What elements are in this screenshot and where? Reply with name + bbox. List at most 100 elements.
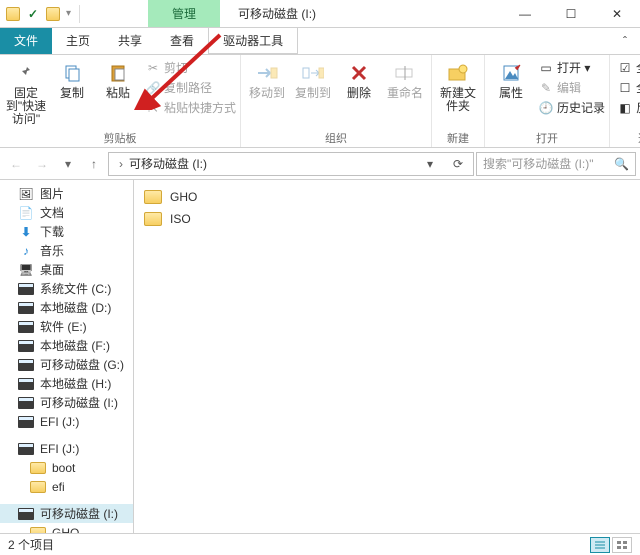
breadcrumb-current[interactable]: 可移动磁盘 (I:)	[129, 155, 207, 172]
link-icon: 🔗	[146, 81, 160, 95]
view-details-button[interactable]	[590, 537, 610, 553]
tab-home[interactable]: 主页	[52, 28, 104, 54]
rename-button[interactable]: 重命名	[383, 59, 427, 100]
search-box[interactable]: 搜索"可移动磁盘 (I:)" 🔍	[476, 152, 636, 176]
folder-app-icon	[6, 7, 20, 21]
move-to-button[interactable]: 移动到	[245, 59, 289, 100]
pin-icon	[14, 61, 38, 85]
list-item[interactable]: GHO	[144, 186, 630, 208]
nav-up-button[interactable]: ↑	[82, 152, 106, 176]
nav-history-dropdown[interactable]: ▾	[56, 152, 80, 176]
tab-file[interactable]: 文件	[0, 28, 52, 54]
ribbon-group-select: ☑全部选择 ☐全部取消 ◧反向选择 选择	[609, 55, 640, 147]
navigation-bar: ← → ▾ ↑ › 可移动磁盘 (I:) ▾ ⟳ 搜索"可移动磁盘 (I:)" …	[0, 148, 640, 180]
file-list[interactable]: GHO ISO	[134, 180, 640, 533]
tree-item[interactable]: 🖥桌面	[0, 260, 133, 279]
edit-icon: ✎	[539, 81, 553, 95]
copy-path-button[interactable]: 🔗复制路径	[146, 79, 236, 97]
pin-quick-access-button[interactable]: 固定到"快速访问"	[4, 59, 48, 126]
select-stack: ☑全部选择 ☐全部取消 ◧反向选择	[614, 59, 640, 117]
tree-item[interactable]: EFI (J:)	[0, 412, 133, 431]
title-context-tabs: 管理	[148, 0, 220, 27]
new-folder-button[interactable]: 新建文件夹	[436, 59, 480, 113]
tree-item[interactable]: 📄文档	[0, 203, 133, 222]
select-none-button[interactable]: ☐全部取消	[618, 79, 640, 97]
title-bar: ✓ ▾ 管理 可移动磁盘 (I:) — ☐ ✕	[0, 0, 640, 28]
tree-item[interactable]: ⬇下载	[0, 222, 133, 241]
tab-view[interactable]: 查看	[156, 28, 208, 54]
tree-item[interactable]: 本地磁盘 (F:)	[0, 336, 133, 355]
paste-shortcut-button[interactable]: ⇱粘贴快捷方式	[146, 99, 236, 117]
folder-icon	[144, 190, 162, 204]
invert-selection-button[interactable]: ◧反向选择	[618, 99, 640, 117]
nav-forward-button[interactable]: →	[30, 152, 54, 176]
tree-item[interactable]: 软件 (E:)	[0, 317, 133, 336]
move-icon	[255, 61, 279, 85]
open-extra: ▭打开 ▾ ✎编辑 🕘历史记录	[535, 59, 605, 117]
copy-to-button[interactable]: 复制到	[291, 59, 335, 100]
delete-button[interactable]: 删除	[337, 59, 381, 100]
delete-icon	[347, 61, 371, 85]
tree-item[interactable]: 可移动磁盘 (I:)	[0, 393, 133, 412]
open-button[interactable]: ▭打开 ▾	[539, 59, 605, 77]
ribbon-group-new: 新建文件夹 新建	[431, 55, 484, 147]
copyto-icon	[301, 61, 325, 85]
tree-item-efi[interactable]: efi	[0, 477, 133, 496]
tree-item[interactable]: ♪音乐	[0, 241, 133, 260]
copy-icon	[60, 61, 84, 85]
tree-item-removable-i[interactable]: 可移动磁盘 (I:)	[0, 504, 133, 523]
maximize-button[interactable]: ☐	[548, 0, 594, 27]
tab-share[interactable]: 共享	[104, 28, 156, 54]
copy-button[interactable]: 复制	[50, 59, 94, 100]
tree-item[interactable]: 系统文件 (C:)	[0, 279, 133, 298]
address-bar[interactable]: › 可移动磁盘 (I:) ▾ ⟳	[108, 152, 474, 176]
tree-item-efi-j[interactable]: EFI (J:)	[0, 439, 133, 458]
navigation-tree[interactable]: 🖼图片📄文档⬇下载♪音乐🖥桌面系统文件 (C:)本地磁盘 (D:)软件 (E:)…	[0, 180, 134, 533]
tree-item[interactable]: 本地磁盘 (D:)	[0, 298, 133, 317]
edit-button[interactable]: ✎编辑	[539, 79, 605, 97]
tree-item[interactable]: 可移动磁盘 (G:)	[0, 355, 133, 374]
status-item-count: 2 个项目	[8, 536, 54, 553]
ribbon-group-clipboard: 固定到"快速访问" 复制 粘贴 ✂剪切 🔗复制路径 ⇱粘贴快捷方式 剪贴板	[0, 55, 240, 147]
select-all-button[interactable]: ☑全部选择	[618, 59, 640, 77]
cut-button[interactable]: ✂剪切	[146, 59, 236, 77]
context-tab-manage[interactable]: 管理	[148, 0, 220, 27]
search-icon: 🔍	[614, 157, 629, 171]
paste-button[interactable]: 粘贴	[96, 59, 140, 100]
tree-item-gho[interactable]: GHO	[0, 523, 133, 533]
workspace: 🖼图片📄文档⬇下载♪音乐🖥桌面系统文件 (C:)本地磁盘 (D:)软件 (E:)…	[0, 180, 640, 533]
new-folder-icon	[446, 61, 470, 85]
ribbon-group-open: 属性 ▭打开 ▾ ✎编辑 🕘历史记录 打开	[484, 55, 609, 147]
nav-back-button[interactable]: ←	[4, 152, 28, 176]
status-bar: 2 个项目	[0, 533, 640, 555]
clipboard-extra: ✂剪切 🔗复制路径 ⇱粘贴快捷方式	[142, 59, 236, 117]
tree-item-boot[interactable]: boot	[0, 458, 133, 477]
properties-button[interactable]: 属性	[489, 59, 533, 100]
minimize-button[interactable]: —	[502, 0, 548, 27]
history-button[interactable]: 🕘历史记录	[539, 99, 605, 117]
close-button[interactable]: ✕	[594, 0, 640, 27]
open-icon: ▭	[539, 61, 553, 75]
ribbon-tabs: 文件 主页 共享 查看 驱动器工具 ˆ	[0, 28, 640, 54]
view-icons-button[interactable]	[612, 537, 632, 553]
rename-icon	[393, 61, 417, 85]
address-dropdown-button[interactable]: ▾	[419, 153, 441, 175]
folder-quick-icon[interactable]	[46, 7, 60, 21]
view-switcher	[590, 537, 632, 553]
paste-icon	[106, 61, 130, 85]
quick-access-toolbar: ✓ ▾	[0, 0, 88, 27]
tree-item[interactable]: 🖼图片	[0, 184, 133, 203]
tab-drive-tools[interactable]: 驱动器工具	[208, 28, 298, 54]
select-all-icon: ☑	[618, 61, 632, 75]
check-icon[interactable]: ✓	[26, 7, 40, 21]
invert-icon: ◧	[618, 101, 632, 115]
list-item[interactable]: ISO	[144, 208, 630, 230]
ribbon-collapse-button[interactable]: ˆ	[610, 28, 640, 54]
refresh-button[interactable]: ⟳	[447, 153, 469, 175]
window-controls: — ☐ ✕	[502, 0, 640, 27]
tree-item[interactable]: 本地磁盘 (H:)	[0, 374, 133, 393]
folder-icon	[144, 212, 162, 226]
select-none-icon: ☐	[618, 81, 632, 95]
qat-dropdown-icon[interactable]: ▾	[66, 8, 71, 19]
breadcrumb-chevron-icon[interactable]: ›	[119, 157, 123, 171]
